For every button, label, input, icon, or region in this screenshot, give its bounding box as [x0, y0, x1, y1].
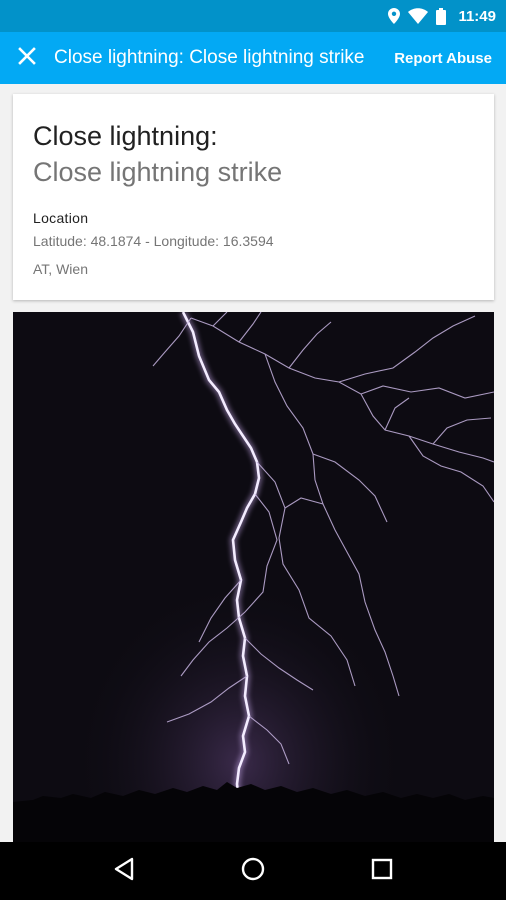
location-place: AT, Wien	[33, 261, 88, 277]
status-time: 11:49	[458, 7, 496, 25]
location-coordinates: Latitude: 48.1874 - Longitude: 16.3594	[33, 233, 274, 249]
status-bar: 11:49	[0, 0, 506, 32]
battery-icon	[436, 7, 447, 25]
recents-icon	[371, 858, 393, 885]
close-icon	[18, 46, 36, 70]
wifi-icon	[408, 8, 429, 24]
report-abuse-button[interactable]: Report Abuse	[390, 50, 506, 67]
location-label: Location	[33, 210, 89, 226]
lightning-photo[interactable]	[13, 312, 494, 842]
app-bar-title: Close lightning: Close lightning strike	[54, 47, 365, 68]
card-subtitle: Close lightning strike	[33, 157, 283, 187]
back-icon	[113, 857, 135, 886]
card-title: Close lightning:	[33, 121, 218, 151]
info-card: Close lightning: Close lightning strike …	[13, 94, 494, 300]
app-bar: Close lightning: Close lightning strike …	[0, 32, 506, 84]
home-button[interactable]	[229, 847, 277, 895]
location-icon	[388, 8, 401, 24]
close-button[interactable]	[0, 32, 54, 84]
recents-button[interactable]	[358, 847, 406, 895]
home-icon	[240, 856, 266, 887]
navigation-bar	[0, 842, 506, 900]
back-button[interactable]	[100, 847, 148, 895]
